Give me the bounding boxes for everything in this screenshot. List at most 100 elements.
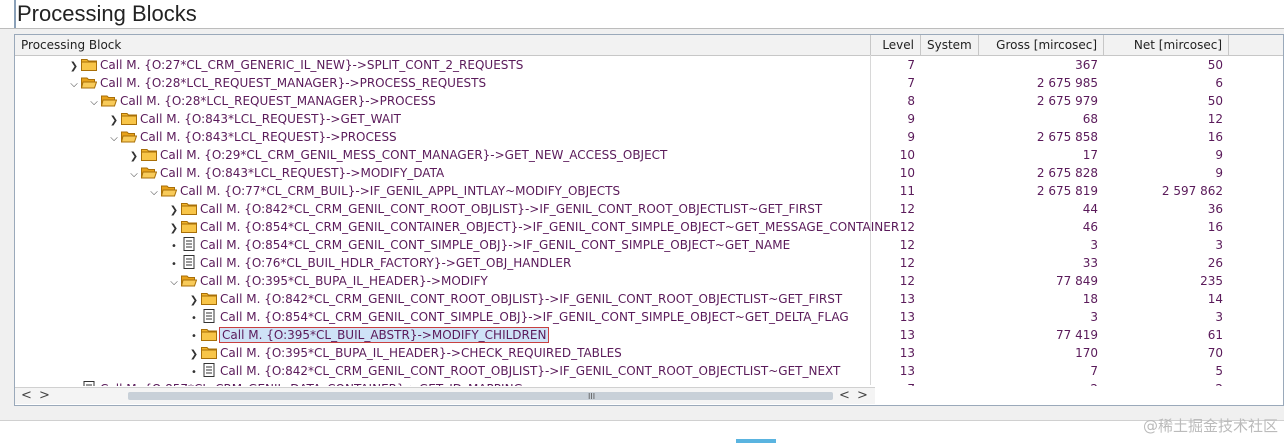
- node-label[interactable]: Call M. {O:842*CL_CRM_GENIL_CONT_ROOT_OB…: [220, 364, 840, 378]
- node-label[interactable]: Call M. {O:395*CL_BUPA_IL_HEADER}->MODIF…: [200, 274, 488, 288]
- folder-open-icon: [120, 130, 138, 143]
- node-label[interactable]: Call M. {O:27*CL_CRM_GENERIC_IL_NEW}->SP…: [100, 58, 523, 72]
- folder-closed-icon: [141, 148, 157, 161]
- scroll-grip-icon: III: [588, 392, 596, 401]
- tree-node[interactable]: • Call M. {O:395*CL_BUIL_ABSTR}->MODIFY_C…: [187, 326, 550, 344]
- node-label[interactable]: Call M. {O:854*CL_CRM_GENIL_CONTAINER_OB…: [200, 220, 899, 234]
- tree-node[interactable]: • Call M. {O:854*CL_CRM_GENIL_CONT_SIMPLE…: [167, 236, 790, 254]
- tree-node[interactable]: • Call M. {O:854*CL_CRM_GENIL_CONT_SIMPLE…: [187, 308, 849, 326]
- cell-level: 10: [899, 148, 915, 162]
- leaf-bullet-icon: •: [67, 382, 81, 386]
- folder-closed-icon: [81, 58, 97, 71]
- node-label[interactable]: Call M. {O:28*LCL_REQUEST_MANAGER}->PROC…: [100, 76, 486, 90]
- scroll-right-arrow-icon[interactable]: >: [39, 388, 50, 404]
- tree-node[interactable]: ❯ Call M. {O:29*CL_CRM_GENIL_MESS_CONT_MA…: [127, 146, 668, 164]
- column-header-processing-block[interactable]: Processing Block: [15, 35, 871, 55]
- table-row[interactable]: ⌵ Call M. {O:395*CL_BUPA_IL_HEADER}->MODI…: [15, 272, 1283, 290]
- tree-node[interactable]: ❯ Call M. {O:395*CL_BUPA_IL_HEADER}->CHEC…: [187, 344, 622, 362]
- node-label[interactable]: Call M. {O:857*CL_CRM_GENIL_DATA_CONTAIN…: [100, 382, 523, 386]
- table-row[interactable]: ❯ Call M. {O:854*CL_CRM_GENIL_CONTAINER_O…: [15, 218, 1283, 236]
- folder-closed-icon: [201, 292, 217, 305]
- column-header-gross[interactable]: Gross [mircosec]: [979, 35, 1104, 55]
- cell-gross: 2 675 979: [1036, 94, 1098, 108]
- table-row[interactable]: ⌵ Call M. {O:843*LCL_REQUEST}->PROCESS 9 2 …: [15, 128, 1283, 146]
- cell-level: 7: [907, 76, 915, 90]
- folder-closed-icon: [181, 202, 197, 215]
- node-label[interactable]: Call M. {O:77*CL_CRM_BUIL}->IF_GENIL_APP…: [180, 184, 620, 198]
- tree-node[interactable]: ⌵ Call M. {O:395*CL_BUPA_IL_HEADER}->MODI…: [167, 272, 488, 290]
- cell-net: 3: [1215, 310, 1223, 324]
- cell-net: 61: [1207, 328, 1223, 342]
- cell-gross: 7: [1090, 364, 1098, 378]
- title-bar: Processing Blocks: [0, 0, 1284, 29]
- table-row[interactable]: ❯ Call M. {O:29*CL_CRM_GENIL_MESS_CONT_MA…: [15, 146, 1283, 164]
- table-row[interactable]: ❯ Call M. {O:27*CL_CRM_GENERIC_IL_NEW}->S…: [15, 56, 1283, 74]
- tree-node[interactable]: ❯ Call M. {O:854*CL_CRM_GENIL_CONTAINER_O…: [167, 218, 899, 236]
- node-label[interactable]: Call M. {O:395*CL_BUPA_IL_HEADER}->CHECK…: [220, 346, 622, 360]
- cell-gross: 2 675 985: [1036, 76, 1098, 90]
- cell-net: 16: [1207, 220, 1223, 234]
- tree-node[interactable]: • Call M. {O:857*CL_CRM_GENIL_DATA_CONTAI…: [67, 380, 523, 386]
- scroll-left-arrow-icon-2[interactable]: <: [839, 388, 850, 404]
- node-label[interactable]: Call M. {O:76*CL_BUIL_HDLR_FACTORY}->GET…: [200, 256, 571, 270]
- column-header-level[interactable]: Level: [871, 35, 921, 55]
- cell-level: 13: [899, 328, 915, 342]
- node-label[interactable]: Call M. {O:843*LCL_REQUEST}->PROCESS: [140, 130, 397, 144]
- tree-node[interactable]: • Call M. {O:76*CL_BUIL_HDLR_FACTORY}->GE…: [167, 254, 571, 272]
- document-icon: [181, 255, 197, 269]
- table-row[interactable]: ⌵ Call M. {O:28*LCL_REQUEST_MANAGER}->PRO…: [15, 74, 1283, 92]
- scroll-left-arrow-icon[interactable]: <: [21, 388, 32, 404]
- table-row[interactable]: ⌵ Call M. {O:843*LCL_REQUEST}->MODIFY_DAT…: [15, 164, 1283, 182]
- table-row[interactable]: • Call M. {O:857*CL_CRM_GENIL_DATA_CONTAI…: [15, 380, 1283, 386]
- tree-node[interactable]: ❯ Call M. {O:843*LCL_REQUEST}->GET_WAIT: [107, 110, 401, 128]
- column-header-system[interactable]: System: [921, 35, 979, 55]
- tree-node[interactable]: ⌵ Call M. {O:28*LCL_REQUEST_MANAGER}->PRO…: [87, 92, 436, 110]
- table-row[interactable]: • Call M. {O:76*CL_BUIL_HDLR_FACTORY}->GE…: [15, 254, 1283, 272]
- tree-node[interactable]: ❯ Call M. {O:27*CL_CRM_GENERIC_IL_NEW}->S…: [67, 56, 524, 74]
- node-label[interactable]: Call M. {O:28*LCL_REQUEST_MANAGER}->PROC…: [120, 94, 436, 108]
- scroll-right-arrow-icon-2[interactable]: >: [857, 388, 868, 404]
- cell-net: 14: [1207, 292, 1223, 306]
- node-label[interactable]: Call M. {O:843*LCL_REQUEST}->MODIFY_DATA: [160, 166, 444, 180]
- cell-gross: 33: [1082, 256, 1098, 270]
- scroll-thumb[interactable]: III: [128, 392, 833, 401]
- node-label[interactable]: Call M. {O:29*CL_CRM_GENIL_MESS_CONT_MAN…: [160, 148, 667, 162]
- tree-node[interactable]: ❯ Call M. {O:842*CL_CRM_GENIL_CONT_ROOT_O…: [187, 290, 842, 308]
- bottom-bar: @稀土掘金技术社区: [0, 417, 1284, 443]
- node-label[interactable]: Call M. {O:854*CL_CRM_GENIL_CONT_SIMPLE_…: [200, 238, 790, 252]
- table-row[interactable]: • Call M. {O:395*CL_BUIL_ABSTR}->MODIFY_C…: [15, 326, 1283, 344]
- cell-gross: 3: [1090, 310, 1098, 324]
- cell-net: 50: [1207, 58, 1223, 72]
- node-label[interactable]: Call M. {O:842*CL_CRM_GENIL_CONT_ROOT_OB…: [220, 292, 842, 306]
- table-row[interactable]: ❯ Call M. {O:395*CL_BUPA_IL_HEADER}->CHEC…: [15, 344, 1283, 362]
- folder-open-icon: [140, 166, 158, 179]
- tree-node[interactable]: ⌵ Call M. {O:77*CL_CRM_BUIL}->IF_GENIL_AP…: [147, 182, 620, 200]
- table-row[interactable]: • Call M. {O:854*CL_CRM_GENIL_CONT_SIMPLE…: [15, 308, 1283, 326]
- table-row[interactable]: ❯ Call M. {O:842*CL_CRM_GENIL_CONT_ROOT_O…: [15, 200, 1283, 218]
- node-label[interactable]: Call M. {O:842*CL_CRM_GENIL_CONT_ROOT_OB…: [200, 202, 822, 216]
- blue-indicator: [736, 439, 776, 443]
- cell-level: 10: [899, 166, 915, 180]
- table-row[interactable]: • Call M. {O:842*CL_CRM_GENIL_CONT_ROOT_O…: [15, 362, 1283, 380]
- table-row[interactable]: ⌵ Call M. {O:77*CL_CRM_BUIL}->IF_GENIL_AP…: [15, 182, 1283, 200]
- table-row[interactable]: ❯ Call M. {O:843*LCL_REQUEST}->GET_WAIT 9 6…: [15, 110, 1283, 128]
- tree-node[interactable]: ⌵ Call M. {O:28*LCL_REQUEST_MANAGER}->PRO…: [67, 74, 486, 92]
- title-accent: [14, 0, 16, 28]
- cell-gross: 44: [1082, 202, 1098, 216]
- node-label[interactable]: Call M. {O:854*CL_CRM_GENIL_CONT_SIMPLE_…: [220, 310, 849, 324]
- cell-level: 7: [871, 380, 921, 386]
- tree-node[interactable]: ⌵ Call M. {O:843*LCL_REQUEST}->PROCESS: [107, 128, 397, 146]
- cell-gross: 2 675 819: [1036, 184, 1098, 198]
- column-header-net[interactable]: Net [mircosec]: [1104, 35, 1229, 55]
- tree-node[interactable]: • Call M. {O:842*CL_CRM_GENIL_CONT_ROOT_O…: [187, 362, 840, 380]
- table-row[interactable]: ❯ Call M. {O:842*CL_CRM_GENIL_CONT_ROOT_O…: [15, 290, 1283, 308]
- tree-node[interactable]: ❯ Call M. {O:842*CL_CRM_GENIL_CONT_ROOT_O…: [167, 200, 822, 218]
- table-row[interactable]: • Call M. {O:854*CL_CRM_GENIL_CONT_SIMPLE…: [15, 236, 1283, 254]
- table-row[interactable]: ⌵ Call M. {O:28*LCL_REQUEST_MANAGER}->PRO…: [15, 92, 1283, 110]
- folder-open-icon: [180, 274, 198, 287]
- tree-node[interactable]: ⌵ Call M. {O:843*LCL_REQUEST}->MODIFY_DAT…: [127, 164, 444, 182]
- horizontal-scrollbar[interactable]: < > III < >: [15, 387, 875, 404]
- node-label[interactable]: Call M. {O:843*LCL_REQUEST}->GET_WAIT: [140, 112, 401, 126]
- node-label[interactable]: Call M. {O:395*CL_BUIL_ABSTR}->MODIFY_CH…: [218, 327, 550, 343]
- cell-level: 12: [899, 274, 915, 288]
